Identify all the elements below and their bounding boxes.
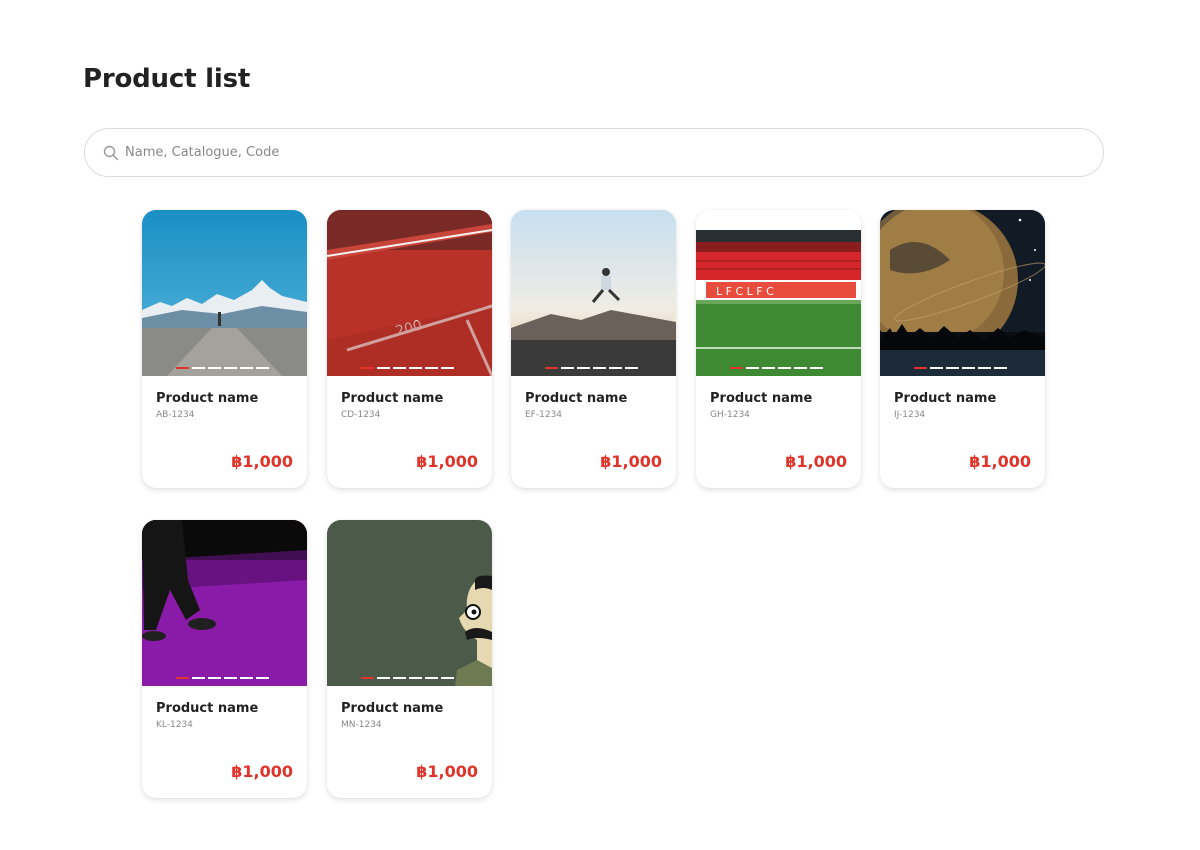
product-name: Product name: [525, 391, 628, 406]
search-icon: [103, 144, 121, 162]
product-image[interactable]: 200: [327, 210, 492, 376]
product-card[interactable]: Product name MN-1234 ฿1,000: [327, 520, 492, 798]
search-input[interactable]: [125, 129, 1103, 176]
svg-text:L F C L F C: L F C L F C: [716, 285, 774, 298]
image-carousel-indicator[interactable]: [361, 367, 454, 369]
page-title: Product list: [83, 64, 251, 94]
product-price: ฿1,000: [785, 452, 847, 471]
product-image[interactable]: L F C L F C: [696, 210, 861, 376]
product-name: Product name: [341, 391, 444, 406]
product-name: Product name: [710, 391, 813, 406]
product-card[interactable]: Product name IJ-1234 ฿1,000: [880, 210, 1045, 488]
product-price: ฿1,000: [600, 452, 662, 471]
product-price: ฿1,000: [231, 452, 293, 471]
product-price: ฿1,000: [416, 452, 478, 471]
image-carousel-indicator[interactable]: [361, 677, 454, 679]
product-name: Product name: [156, 391, 259, 406]
image-carousel-indicator[interactable]: [545, 367, 638, 369]
product-price: ฿1,000: [969, 452, 1031, 471]
product-code: KL-1234: [156, 720, 193, 730]
product-image[interactable]: [327, 520, 492, 686]
product-card[interactable]: L F C L F C Product name GH-1234 ฿1,000: [696, 210, 861, 488]
product-card[interactable]: Product name KL-1234 ฿1,000: [142, 520, 307, 798]
product-code: AB-1234: [156, 410, 195, 420]
product-image[interactable]: [511, 210, 676, 376]
image-carousel-indicator[interactable]: [730, 367, 823, 369]
product-name: Product name: [341, 701, 444, 716]
product-image[interactable]: [142, 210, 307, 376]
product-name: Product name: [156, 701, 259, 716]
product-image[interactable]: [142, 520, 307, 686]
product-card[interactable]: Product name AB-1234 ฿1,000: [142, 210, 307, 488]
product-card[interactable]: Product name EF-1234 ฿1,000: [511, 210, 676, 488]
product-price: ฿1,000: [416, 762, 478, 781]
search-bar[interactable]: [84, 128, 1104, 177]
product-code: MN-1234: [341, 720, 382, 730]
product-name: Product name: [894, 391, 997, 406]
image-carousel-indicator[interactable]: [914, 367, 1007, 369]
image-carousel-indicator[interactable]: [176, 367, 269, 369]
product-code: GH-1234: [710, 410, 750, 420]
product-price: ฿1,000: [231, 762, 293, 781]
product-card[interactable]: 200 Product name CD-1234 ฿1,000: [327, 210, 492, 488]
product-code: EF-1234: [525, 410, 563, 420]
product-code: IJ-1234: [894, 410, 926, 420]
product-image[interactable]: [880, 210, 1045, 376]
product-code: CD-1234: [341, 410, 381, 420]
image-carousel-indicator[interactable]: [176, 677, 269, 679]
